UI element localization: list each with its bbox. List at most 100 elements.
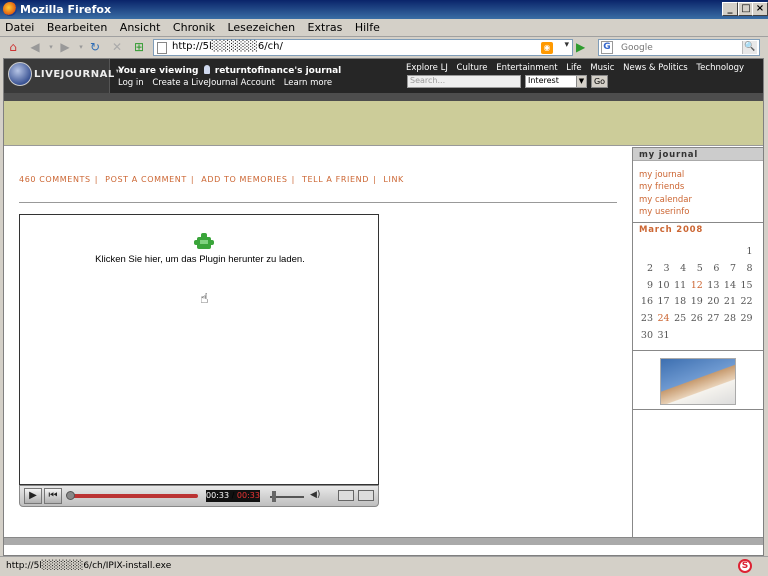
lj-select-value: Interest	[528, 76, 559, 85]
lj-search-type-select[interactable]: Interest ▼	[525, 75, 587, 88]
plugin-download-message[interactable]: Klicken Sie hier, um das Plugin herunter…	[20, 254, 380, 265]
nav-entertainment[interactable]: Entertainment	[496, 63, 557, 73]
lj-header: LIVEJOURNAL™ You are viewing returntofin…	[4, 59, 763, 93]
play-icon[interactable]: ▶	[24, 488, 42, 504]
calendar-day: 2	[646, 262, 653, 274]
search-input[interactable]	[621, 41, 739, 54]
menu-bar: Datei Bearbeiten Ansicht Chronik Lesezei…	[0, 19, 768, 37]
seek-handle[interactable]	[66, 491, 75, 500]
forward-icon[interactable]: ▶	[58, 40, 72, 54]
minimize-button[interactable]: _	[722, 2, 738, 16]
search-icon[interactable]: 🔍	[742, 41, 757, 54]
sidebar-heading-journal: my journal	[633, 147, 763, 161]
menu-bearbeiten[interactable]: Bearbeiten	[42, 19, 111, 34]
calendar-day: 21	[723, 296, 736, 308]
calendar-day[interactable]: 12	[687, 280, 703, 291]
calendar-day[interactable]: 24	[654, 313, 670, 324]
journal-banner	[4, 101, 763, 146]
url-dropdown-icon[interactable]: ▾	[564, 40, 569, 50]
security-status-icon[interactable]: S	[738, 559, 752, 573]
menu-lesezeichen[interactable]: Lesezeichen	[222, 19, 299, 34]
nav-culture[interactable]: Culture	[457, 63, 488, 73]
calendar-day: 8	[746, 262, 753, 274]
window-mode-icon[interactable]	[338, 490, 354, 501]
time-current: 00:33	[206, 491, 230, 500]
post-comment-link[interactable]: POST A COMMENT	[105, 175, 187, 184]
menu-hilfe[interactable]: Hilfe	[350, 19, 384, 34]
nav-music[interactable]: Music	[590, 63, 614, 73]
menu-datei[interactable]: Datei	[0, 19, 38, 34]
menu-chronik[interactable]: Chronik	[168, 19, 219, 34]
lj-logo[interactable]: LIVEJOURNAL™	[4, 59, 125, 93]
menu-extras[interactable]: Extras	[303, 19, 347, 34]
calendar-week: 16 17 18 19 20 21 22	[637, 296, 763, 313]
viewing-prefix: You are viewing	[118, 66, 199, 76]
calendar-day: 19	[690, 296, 703, 308]
chevron-down-icon[interactable]: ▼	[576, 76, 586, 87]
entry-main: 460 COMMENTS | POST A COMMENT | ADD TO MEM…	[4, 147, 632, 537]
viewing-info: You are viewing returntofinance's journa…	[118, 65, 341, 76]
month-calendar: 1 2 3 4 5 6 7 8 9 10 11 12 13 14 15 16 17 18 19 20 21 22 23 24 2…	[637, 246, 763, 347]
close-button[interactable]: ×	[752, 2, 768, 16]
calendar-heading[interactable]: March 2008	[633, 222, 763, 236]
url-bar[interactable]: http://5l░░░░░░6/ch/ ◉ ▾	[153, 39, 573, 56]
sidebar-link-userinfo[interactable]: my userinfo	[639, 206, 692, 218]
calendar-day: 9	[646, 279, 653, 291]
calendar-day: 13	[707, 279, 720, 291]
nav-news-politics[interactable]: News & Politics	[623, 63, 688, 73]
calendar-day: 15	[740, 279, 753, 291]
lj-go-button[interactable]: Go	[591, 75, 608, 88]
go-arrow-icon[interactable]: ▶	[576, 40, 590, 54]
calendar-day: 7	[729, 262, 736, 274]
learn-more-link[interactable]: Learn more	[284, 78, 332, 88]
reload-icon[interactable]: ↻	[88, 40, 102, 54]
nav-life[interactable]: Life	[566, 63, 581, 73]
search-bar[interactable]: G 🔍	[598, 39, 760, 56]
calendar-day: 17	[657, 296, 670, 308]
comments-link[interactable]: 460 COMMENTS	[19, 175, 91, 184]
page-viewport: LIVEJOURNAL™ You are viewing returntofin…	[3, 58, 764, 556]
rewind-icon[interactable]: ⏮	[44, 488, 62, 504]
lj-logo-text: LIVEJOURNAL™	[34, 69, 126, 80]
lj-search-input[interactable]: Search...	[407, 75, 521, 88]
volume-handle[interactable]	[272, 491, 276, 502]
calendar-week: 23 24 25 26 27 28 29	[637, 313, 763, 330]
nav-explore[interactable]: Explore LJ	[406, 63, 448, 73]
hand-cursor-icon: ☝	[200, 291, 209, 307]
sidebar-link-friends[interactable]: my friends	[639, 181, 692, 193]
home-icon[interactable]: ⌂	[6, 40, 20, 54]
calendar-day: 3	[663, 262, 670, 274]
user-icon[interactable]	[203, 65, 210, 74]
speaker-icon[interactable]: ◀)	[310, 490, 320, 500]
back-icon[interactable]: ◀	[28, 40, 42, 54]
video-player[interactable]: Klicken Sie hier, um das Plugin herunter…	[19, 214, 379, 485]
create-account-link[interactable]: Create a LiveJournal Account	[152, 78, 275, 88]
login-link[interactable]: Log in	[118, 78, 144, 88]
plugin-puzzle-icon[interactable]	[194, 232, 214, 252]
link-link[interactable]: LINK	[383, 175, 403, 184]
calendar-day: 29	[740, 313, 753, 325]
lj-subbar	[4, 93, 763, 101]
seek-bar[interactable]	[70, 494, 198, 498]
add-to-memories-link[interactable]: ADD TO MEMORIES	[201, 175, 287, 184]
calendar-week: 2345678	[637, 263, 763, 280]
journal-sidebar: my journal my journal my friends my cale…	[632, 147, 763, 537]
navigation-toolbar: ⌂ ◀ ▾ ▶ ▾ ↻ ✕ ⊞ http://5l░░░░░░6/ch/ ◉ ▾…	[0, 37, 768, 58]
forward-dropdown-icon[interactable]: ▾	[74, 40, 88, 54]
userpic[interactable]	[660, 358, 736, 405]
nav-technology[interactable]: Technology	[696, 63, 744, 73]
back-dropdown-icon[interactable]: ▾	[44, 40, 58, 54]
sidebar-link-journal[interactable]: my journal	[639, 169, 692, 181]
lj-nav: Explore LJ Culture Entertainment Life Mu…	[406, 63, 750, 73]
menu-ansicht[interactable]: Ansicht	[115, 19, 165, 34]
viewing-user[interactable]: returntofinance's journal	[215, 66, 342, 76]
calendar-day: 18	[674, 296, 687, 308]
search-engine-icon[interactable]: G	[601, 41, 613, 54]
stop-icon[interactable]: ✕	[110, 40, 124, 54]
rss-feed-icon[interactable]: ◉	[541, 42, 553, 54]
sidebar-link-calendar[interactable]: my calendar	[639, 194, 692, 206]
tell-a-friend-link[interactable]: TELL A FRIEND	[302, 175, 369, 184]
new-tab-icon[interactable]: ⊞	[132, 40, 146, 54]
url-text[interactable]: http://5l░░░░░░6/ch/	[172, 41, 283, 52]
fullscreen-icon[interactable]	[358, 490, 374, 501]
